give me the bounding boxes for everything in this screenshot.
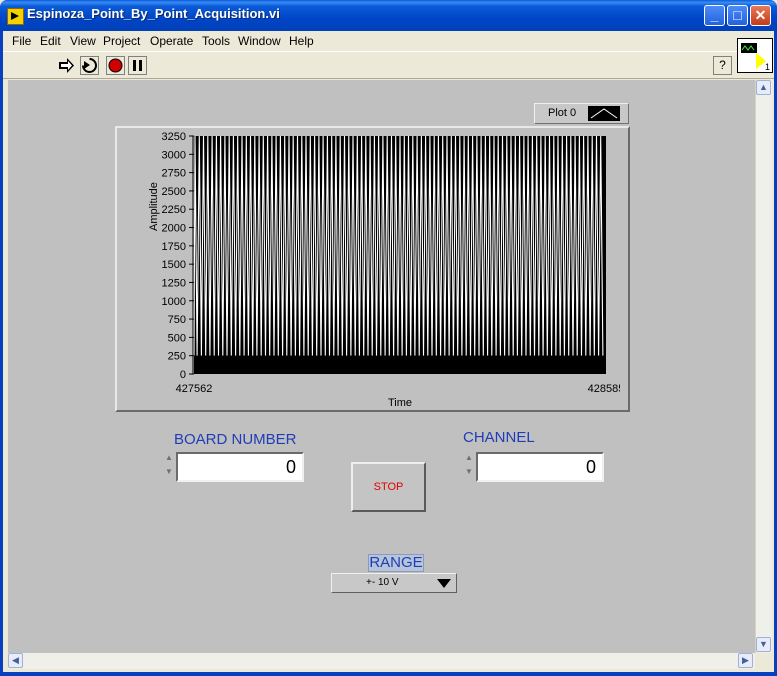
plot-legend[interactable]: Plot 0 bbox=[534, 103, 629, 124]
menu-window[interactable]: Window bbox=[238, 34, 281, 48]
maximize-button[interactable]: □ bbox=[727, 5, 748, 26]
menu-tools[interactable]: Tools bbox=[202, 34, 230, 48]
window-frame-left bbox=[0, 31, 3, 676]
range-selected-value: +- 10 V bbox=[366, 577, 399, 588]
abort-button[interactable] bbox=[106, 56, 125, 75]
channel-stepper[interactable]: ▲ ▼ bbox=[463, 451, 475, 481]
menu-edit[interactable]: Edit bbox=[40, 34, 61, 48]
y-tick-label: 250 bbox=[168, 351, 186, 363]
y-tick-label: 1250 bbox=[162, 277, 186, 289]
y-tick-label: 3250 bbox=[162, 131, 186, 143]
menu-help[interactable]: Help bbox=[289, 34, 314, 48]
y-tick-label: 0 bbox=[180, 369, 186, 381]
decrement-arrow-icon[interactable]: ▼ bbox=[463, 465, 475, 479]
range-label: RANGE bbox=[368, 554, 424, 572]
menu-view[interactable]: View bbox=[70, 34, 96, 48]
increment-arrow-icon[interactable]: ▲ bbox=[163, 451, 175, 465]
x-axis-label: Time bbox=[388, 397, 413, 409]
increment-arrow-icon[interactable]: ▲ bbox=[463, 451, 475, 465]
legend-line-swatch bbox=[588, 106, 620, 121]
scroll-corner bbox=[755, 653, 771, 669]
run-continuously-button[interactable] bbox=[80, 56, 99, 75]
context-help-button[interactable]: ? bbox=[713, 56, 732, 75]
menu-file[interactable]: File bbox=[12, 34, 31, 48]
y-tick-label: 1000 bbox=[162, 296, 186, 308]
channel-label: CHANNEL bbox=[463, 429, 535, 446]
maximize-icon: □ bbox=[733, 7, 742, 23]
baseline-band bbox=[194, 355, 606, 374]
menu-operate[interactable]: Operate bbox=[150, 34, 193, 48]
decrement-arrow-icon[interactable]: ▼ bbox=[163, 465, 175, 479]
horizontal-scrollbar[interactable]: ◀ ▶ bbox=[8, 653, 755, 669]
chevron-up-icon: ▲ bbox=[759, 82, 768, 92]
scroll-right-button[interactable]: ▶ bbox=[738, 653, 753, 668]
dropdown-arrow-icon bbox=[437, 579, 451, 588]
close-icon: ✕ bbox=[754, 7, 767, 23]
y-tick-label: 2500 bbox=[162, 186, 186, 198]
y-axis-label: Amplitude bbox=[148, 182, 160, 231]
abort-stop-icon bbox=[108, 58, 123, 73]
scroll-up-button[interactable]: ▲ bbox=[756, 80, 771, 95]
window-title: Espinoza_Point_By_Point_Acquisition.vi bbox=[27, 6, 280, 21]
stop-button-label: STOP bbox=[373, 481, 404, 493]
minimize-icon: _ bbox=[710, 7, 719, 23]
scroll-down-button[interactable]: ▼ bbox=[756, 637, 771, 652]
minimize-button[interactable]: _ bbox=[704, 5, 725, 26]
vertical-scrollbar[interactable]: ▲ ▼ bbox=[755, 80, 772, 653]
toolbar: ? bbox=[3, 51, 774, 79]
menu-project[interactable]: Project bbox=[103, 34, 140, 48]
run-continuously-icon bbox=[82, 58, 97, 73]
board-number-stepper[interactable]: ▲ ▼ bbox=[163, 451, 175, 481]
chevron-right-icon: ▶ bbox=[742, 655, 749, 665]
chevron-left-icon: ◀ bbox=[12, 655, 19, 665]
vi-icon-number: 1 bbox=[764, 62, 770, 72]
board-number-label: BOARD NUMBER bbox=[174, 431, 297, 448]
legend-plot-name: Plot 0 bbox=[548, 107, 577, 119]
scroll-left-button[interactable]: ◀ bbox=[8, 653, 23, 668]
y-tick-label: 1750 bbox=[162, 241, 186, 253]
y-tick-label: 500 bbox=[168, 332, 186, 344]
y-tick-label: 2000 bbox=[162, 223, 186, 235]
channel-input[interactable]: 0 bbox=[476, 452, 604, 482]
run-button[interactable] bbox=[57, 56, 76, 75]
vi-icon[interactable]: 1 bbox=[737, 38, 773, 73]
board-number-input[interactable]: 0 bbox=[176, 452, 304, 482]
y-tick-label: 1500 bbox=[162, 259, 186, 271]
range-dropdown[interactable]: +- 10 V bbox=[331, 573, 457, 593]
y-tick-label: 750 bbox=[168, 314, 186, 326]
stop-button[interactable]: STOP bbox=[351, 462, 426, 512]
waveform-icon bbox=[590, 108, 618, 119]
pause-button[interactable] bbox=[128, 56, 147, 75]
y-tick-label: 2250 bbox=[162, 204, 186, 216]
x-tick-label: 428585 bbox=[588, 383, 620, 395]
y-tick-label: 3000 bbox=[162, 149, 186, 161]
chart-plot-svg: 3250300027502500225020001750150012501000… bbox=[162, 131, 620, 395]
y-tick-label: 2750 bbox=[162, 168, 186, 180]
chevron-down-icon: ▼ bbox=[759, 639, 768, 649]
run-arrow-icon bbox=[59, 58, 74, 73]
pause-icon bbox=[133, 60, 142, 71]
window-frame-bottom bbox=[0, 672, 777, 676]
help-icon: ? bbox=[719, 58, 726, 72]
labview-app-icon[interactable] bbox=[7, 8, 24, 25]
x-tick-label: 427562 bbox=[176, 383, 213, 395]
menu-bar: File Edit View Project Operate Tools Win… bbox=[3, 31, 774, 51]
close-button[interactable]: ✕ bbox=[750, 5, 771, 26]
